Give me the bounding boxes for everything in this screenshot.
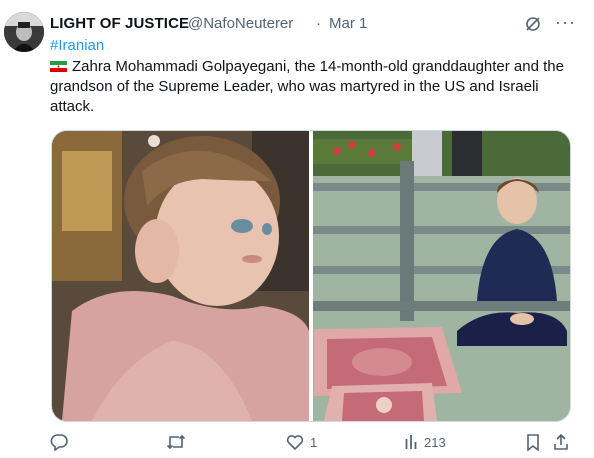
avatar[interactable] <box>4 12 44 52</box>
author-handle[interactable]: @NafoNeuterer <box>188 15 293 32</box>
like-count: 1 <box>310 435 318 450</box>
media-grid[interactable] <box>51 130 571 422</box>
tweet-body: Zahra Mohammadi Golpayegani, the 14-mont… <box>50 58 564 115</box>
repost-icon <box>166 434 186 450</box>
bookmark-icon <box>527 434 539 451</box>
boy-seated-on-rug-photo[interactable] <box>313 131 570 421</box>
tweet-text: Zahra Mohammadi Golpayegani, the 14-mont… <box>50 57 570 117</box>
action-bar: 1 213 <box>50 432 580 452</box>
separator: · <box>316 15 321 32</box>
share-icon <box>554 433 568 450</box>
tweet-header: LIGHT OF JUSTICE @NafoNeuterer · Mar 1 ·… <box>50 12 590 35</box>
toddler-girl-photo[interactable] <box>52 131 309 421</box>
tweet-card[interactable]: LIGHT OF JUSTICE @NafoNeuterer · Mar 1 ·… <box>0 0 594 458</box>
reply-icon <box>50 434 68 451</box>
post-date[interactable]: Mar 1 <box>329 15 367 32</box>
iran-flag-icon <box>50 61 67 72</box>
media-svg <box>52 131 570 421</box>
like-icon <box>286 435 304 451</box>
grok-icon[interactable] <box>524 15 542 33</box>
hashtag-link[interactable]: #Iranian <box>50 37 104 54</box>
avatar-image <box>4 12 44 52</box>
views-icon <box>405 435 417 449</box>
more-icon[interactable]: ··· <box>555 12 576 33</box>
view-count: 213 <box>424 435 446 450</box>
author-name[interactable]: LIGHT OF JUSTICE <box>50 15 189 32</box>
